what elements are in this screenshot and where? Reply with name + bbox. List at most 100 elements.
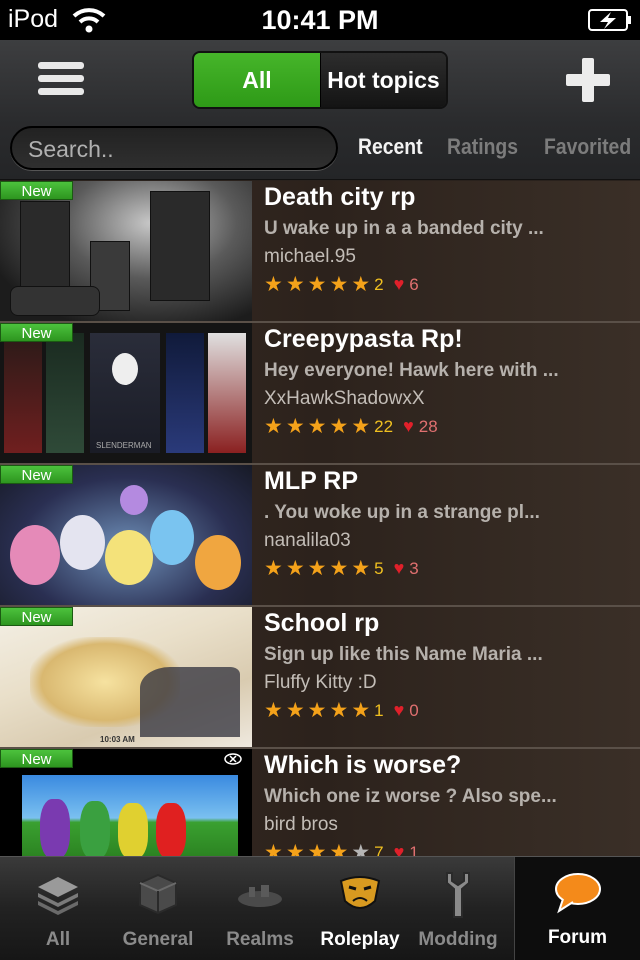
sort-tab-favorited[interactable]: Favorited xyxy=(544,134,631,160)
wrench-icon xyxy=(446,872,470,918)
tab-realms[interactable]: Realms xyxy=(210,857,310,960)
hearts-count: 0 xyxy=(409,700,419,720)
thread-author: Fluffy Kitty :D xyxy=(264,672,377,693)
star-icon: ★ xyxy=(307,273,327,296)
thread-row[interactable]: New 10:03 AM School rp Sign up like this… xyxy=(0,607,640,749)
tab-label: General xyxy=(122,929,194,950)
new-badge: New xyxy=(0,323,73,342)
realms-island-icon xyxy=(238,885,282,907)
tab-roleplay[interactable]: Roleplay xyxy=(310,857,410,960)
new-badge: New xyxy=(0,749,73,768)
tab-modding[interactable]: Modding xyxy=(408,857,508,960)
thread-stats: ★ ★ ★ ★ ★ 5 ♥ 3 xyxy=(264,558,634,579)
rating-count: 1 xyxy=(374,700,384,720)
plus-icon xyxy=(582,58,594,102)
tab-bar: All General Realms Roleplay Modding Foru… xyxy=(0,856,640,960)
heart-icon: ♥ xyxy=(393,274,405,294)
search-box xyxy=(10,126,338,170)
star-icon: ★ xyxy=(264,557,283,580)
thread-row[interactable]: New SLENDERMAN Creepypasta Rp! Hey every… xyxy=(0,323,640,465)
star-icon: ★ xyxy=(285,557,305,580)
thread-row[interactable]: New MLP RP . You woke up in a strange pl… xyxy=(0,465,640,607)
search-input[interactable] xyxy=(12,128,312,163)
thread-snippet: Sign up like this Name Maria ... xyxy=(264,644,543,665)
thumbnail-caption: 10:03 AM xyxy=(100,735,135,744)
rating-count: 22 xyxy=(374,416,394,436)
star-icon: ★ xyxy=(329,699,349,722)
heart-icon: ♥ xyxy=(403,416,414,436)
sort-tab-recent[interactable]: Recent xyxy=(358,134,423,160)
thread-thumbnail: New xyxy=(0,749,252,856)
heart-icon: ♥ xyxy=(393,558,405,578)
tab-label: Roleplay xyxy=(320,929,400,950)
star-icon: ★ xyxy=(351,273,371,296)
thread-snippet: Which one iz worse ? Also spe... xyxy=(264,786,557,807)
tab-label: Forum xyxy=(547,927,608,948)
new-badge: New xyxy=(0,607,73,626)
thread-row[interactable]: New Death city rp U wake up in a a bande… xyxy=(0,181,640,323)
star-icon: ★ xyxy=(351,415,371,438)
battery-charging-icon xyxy=(588,9,631,31)
heart-icon: ♥ xyxy=(393,700,405,720)
star-icon: ★ xyxy=(285,699,305,722)
thread-title: Which is worse? xyxy=(264,751,462,779)
thread-thumbnail: New 10:03 AM xyxy=(0,607,252,747)
star-icon: ★ xyxy=(307,841,327,856)
star-icon: ★ xyxy=(307,415,327,438)
status-bar: iPod 10:41 PM xyxy=(0,0,640,40)
menu-icon-bar xyxy=(38,88,84,95)
thread-title: School rp xyxy=(264,609,380,637)
thread-stats: ★ ★ ★ ★ ★ 2 ♥ 6 xyxy=(264,274,634,295)
star-icon: ★ xyxy=(264,415,283,438)
rating-count: 2 xyxy=(374,274,384,294)
mask-icon xyxy=(339,876,381,909)
thread-author: michael.95 xyxy=(264,246,356,267)
thread-stats: ★ ★ ★ ★ ★ 7 ♥ 1 xyxy=(264,842,634,856)
thread-thumbnail: New SLENDERMAN xyxy=(0,323,252,463)
star-icon: ★ xyxy=(329,841,349,856)
thumbnail-caption: SLENDERMAN xyxy=(96,441,152,450)
tab-label: All xyxy=(45,929,71,950)
clock: 10:41 PM xyxy=(261,5,379,35)
thread-title: Creepypasta Rp! xyxy=(264,325,463,353)
thread-row[interactable]: New Which is worse? Which one iz worse ?… xyxy=(0,749,640,856)
star-icon: ★ xyxy=(329,557,349,580)
sort-tab-ratings[interactable]: Ratings xyxy=(447,134,518,160)
star-icon: ★ xyxy=(264,841,283,856)
close-icon xyxy=(215,749,252,769)
thread-author: nanalila03 xyxy=(264,530,351,551)
speech-bubble-icon xyxy=(554,873,601,914)
segment-all[interactable]: All xyxy=(194,53,320,107)
menu-icon-bar xyxy=(38,62,84,69)
star-icon: ★ xyxy=(351,699,371,722)
star-empty-icon: ★ xyxy=(351,841,371,856)
hearts-count: 3 xyxy=(409,558,419,578)
star-icon: ★ xyxy=(307,699,327,722)
segment-hot-topics[interactable]: Hot topics xyxy=(320,53,446,107)
thread-snippet: U wake up in a a banded city ... xyxy=(264,218,544,239)
thread-title: MLP RP xyxy=(264,467,358,495)
tab-forum[interactable]: Forum xyxy=(514,857,640,960)
thread-snippet: . You woke up in a strange pl... xyxy=(264,502,540,523)
layers-icon xyxy=(38,877,78,915)
nav-bar: All Hot topics Recent Ratings Favorited xyxy=(0,40,640,180)
star-icon: ★ xyxy=(285,841,305,856)
add-thread-button[interactable] xyxy=(566,58,610,102)
star-icon: ★ xyxy=(329,415,349,438)
tab-label: Modding xyxy=(418,929,498,950)
new-badge: New xyxy=(0,465,73,484)
new-badge: New xyxy=(0,181,73,200)
tab-all[interactable]: All xyxy=(8,857,108,960)
thread-list[interactable]: New Death city rp U wake up in a a bande… xyxy=(0,181,640,856)
thread-thumbnail: New xyxy=(0,181,252,321)
heart-icon: ♥ xyxy=(393,842,405,856)
star-icon: ★ xyxy=(285,415,305,438)
star-icon: ★ xyxy=(264,699,283,722)
thread-thumbnail: New xyxy=(0,465,252,605)
star-icon: ★ xyxy=(307,557,327,580)
thread-stats: ★ ★ ★ ★ ★ 1 ♥ 0 xyxy=(264,700,634,721)
menu-button[interactable] xyxy=(30,62,92,102)
thread-author: bird bros xyxy=(264,814,338,835)
sort-tabs: Recent Ratings Favorited xyxy=(358,134,640,160)
tab-general[interactable]: General xyxy=(108,857,208,960)
